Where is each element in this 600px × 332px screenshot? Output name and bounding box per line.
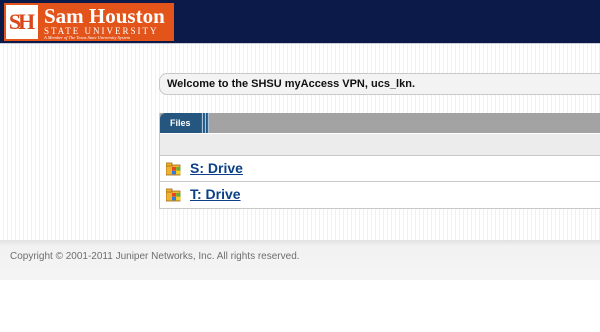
footer: Copyright © 2001-2011 Juniper Networks, … xyxy=(0,240,600,280)
tab-edge xyxy=(201,113,209,133)
windows-network-drive-icon xyxy=(166,188,181,202)
copyright-text: Copyright © 2001-2011 Juniper Networks, … xyxy=(10,251,300,262)
logo-member-line: A Member of The Texas State University S… xyxy=(44,35,131,40)
windows-network-drive-icon xyxy=(166,162,181,176)
file-list-item: S: Drive xyxy=(160,155,600,182)
page: SH Sam Houston STATE UNIVERSITY A Member… xyxy=(0,0,600,332)
s-drive-link[interactable]: S: Drive xyxy=(190,160,243,177)
t-drive-link[interactable]: T: Drive xyxy=(190,186,241,203)
panel-tab-bar: Files xyxy=(160,113,600,133)
welcome-message: Welcome to the SHSU myAccess VPN, ucs_lk… xyxy=(159,73,600,95)
logo-monogram: SH xyxy=(6,5,38,39)
header-bar: SH Sam Houston STATE UNIVERSITY A Member… xyxy=(0,0,600,43)
tab-files[interactable]: Files xyxy=(160,113,201,133)
files-panel: Files S: Drive T: Drive xyxy=(159,113,600,209)
university-logo[interactable]: SH Sam Houston STATE UNIVERSITY A Member… xyxy=(4,3,174,41)
panel-subheader xyxy=(160,133,600,155)
file-list-item: T: Drive xyxy=(160,182,600,209)
logo-name: Sam Houston xyxy=(44,4,165,28)
